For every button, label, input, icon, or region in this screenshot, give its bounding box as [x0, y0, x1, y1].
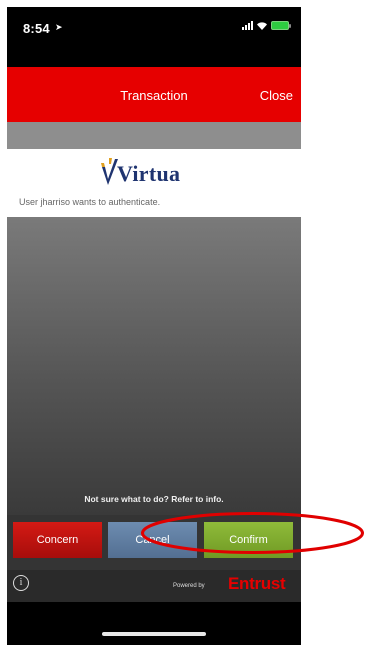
close-button[interactable]: Close: [260, 88, 293, 103]
header-divider: [7, 122, 301, 149]
phone-screen: 8:54 ➤ Transaction Close Virtua User jha…: [7, 7, 301, 645]
home-indicator[interactable]: [102, 632, 206, 636]
logo-text: Virtua: [117, 161, 181, 186]
auth-message: User jharriso wants to authenticate.: [19, 197, 161, 207]
help-text: Not sure what to do? Refer to info.: [84, 494, 224, 504]
app-header: Transaction Close: [7, 67, 301, 122]
signal-icon: [242, 21, 253, 30]
confirm-button[interactable]: Confirm: [204, 522, 293, 558]
cancel-button[interactable]: Cancel: [108, 522, 197, 558]
virtua-logo: Virtua: [95, 157, 180, 187]
status-time: 8:54: [23, 21, 50, 36]
status-indicators: [242, 21, 291, 30]
footer: i Powered by Entrust: [7, 570, 301, 602]
status-gap: [7, 57, 301, 67]
page-title: Transaction: [120, 88, 188, 103]
home-zone: [7, 602, 301, 645]
status-bar: 8:54 ➤: [7, 7, 301, 57]
transaction-card: Virtua User jharriso wants to authentica…: [7, 149, 301, 217]
concern-button[interactable]: Concern: [13, 522, 102, 558]
location-arrow-icon: ➤: [55, 22, 63, 32]
info-icon[interactable]: i: [13, 575, 29, 591]
powered-by-label: Powered by: [173, 583, 205, 589]
wifi-icon: [257, 21, 267, 30]
battery-icon: [271, 21, 291, 30]
entrust-logo: Entrust: [228, 574, 286, 593]
content-area: [7, 217, 301, 515]
action-buttons: Concern Cancel Confirm: [7, 515, 301, 570]
